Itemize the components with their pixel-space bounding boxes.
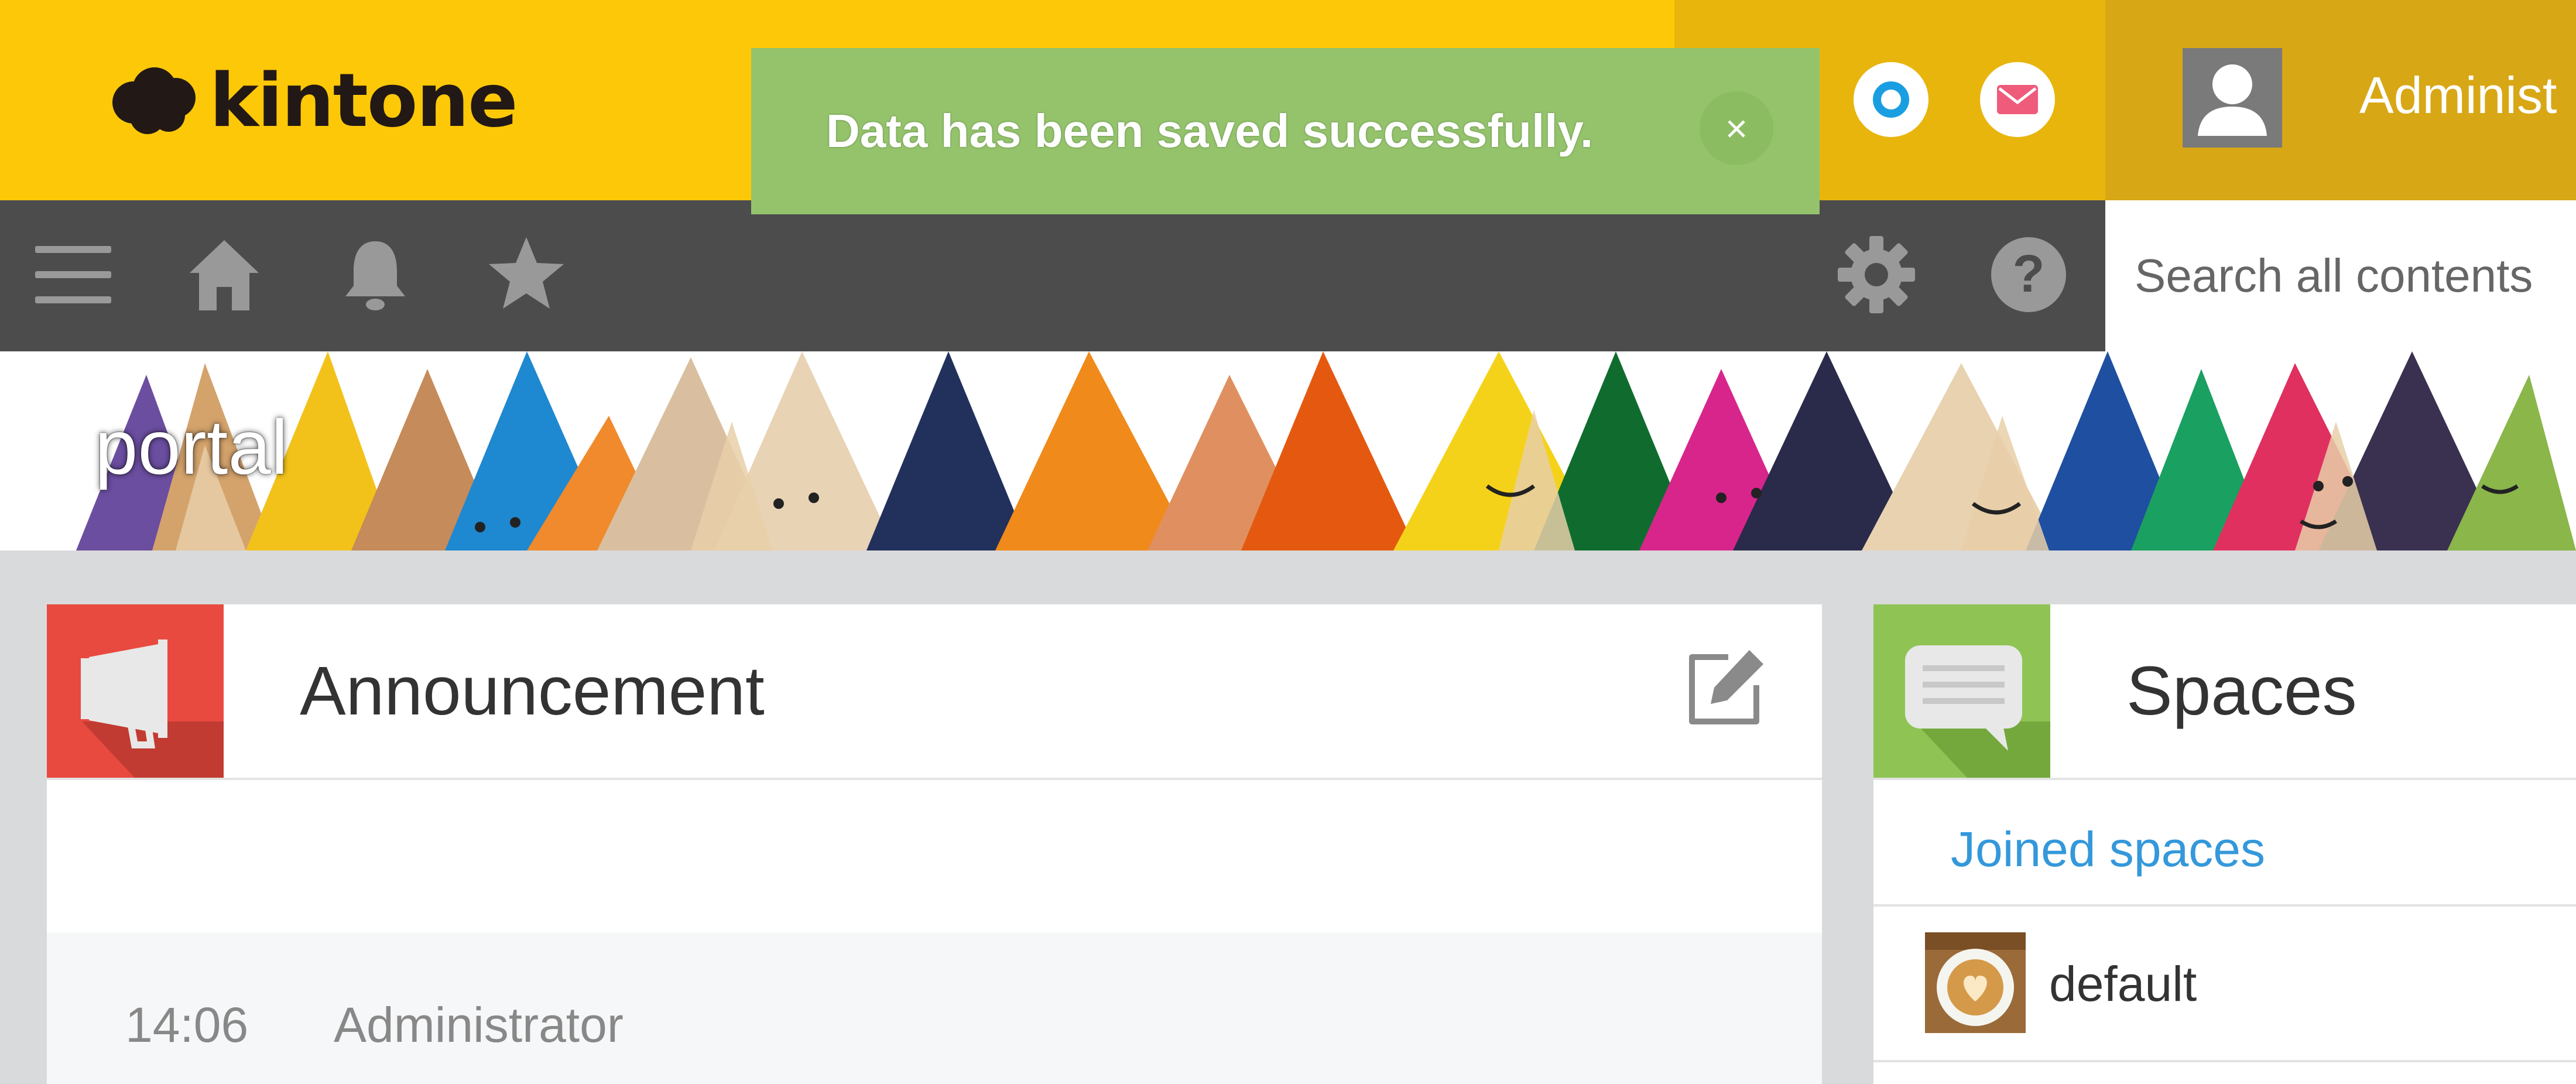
menu-icon[interactable] (29, 231, 117, 319)
help-icon[interactable]: ? (1985, 231, 2073, 319)
search-box[interactable] (2105, 200, 2576, 351)
star-icon[interactable] (482, 231, 570, 319)
bell-icon[interactable] (331, 231, 419, 319)
space-thumbnail[interactable] (1925, 932, 2026, 1033)
logo-text: kintone (210, 57, 518, 143)
cloud-logo-icon (112, 67, 196, 134)
navigation-bar: ? (0, 200, 2105, 351)
svg-text:?: ? (2013, 245, 2045, 303)
user-name[interactable]: Administ (2359, 66, 2557, 125)
colored-pencils-banner-image (0, 351, 2576, 550)
mail-icon[interactable] (1980, 62, 2055, 137)
home-icon[interactable] (180, 231, 268, 319)
announcement-panel: Announcement 14:06 Administrator (47, 604, 1822, 1084)
post-time: 14:06 (125, 997, 249, 1052)
spaces-title: Spaces (2126, 652, 2357, 730)
post-author[interactable]: Administrator (334, 997, 624, 1054)
announcement-title: Announcement (300, 652, 765, 730)
kintone-logo[interactable]: kintone (105, 56, 518, 144)
success-toast: Data has been saved successfully. × (751, 48, 1820, 214)
divider (1873, 778, 2576, 780)
divider (1873, 904, 2576, 907)
search-input[interactable] (2135, 200, 2568, 351)
gear-icon[interactable] (1832, 231, 1920, 319)
space-name[interactable]: default (2049, 956, 2197, 1013)
megaphone-icon (47, 604, 224, 778)
portal-title: portal (95, 404, 289, 490)
divider (47, 778, 1822, 780)
avatar[interactable] (2183, 48, 2282, 148)
speech-bubble-icon (1873, 604, 2050, 778)
cybozu-icon[interactable] (1854, 62, 1928, 137)
announcement-post[interactable]: 14:06 Administrator (47, 932, 1822, 1084)
divider (1873, 1060, 2576, 1062)
portal-banner: portal (0, 351, 2576, 550)
joined-spaces-link[interactable]: Joined spaces (1951, 821, 2265, 878)
spaces-panel: Spaces Joined spaces default (1873, 604, 2576, 1084)
toast-message: Data has been saved successfully. (826, 105, 1594, 157)
edit-icon[interactable] (1680, 645, 1768, 733)
toast-close-button[interactable]: × (1700, 91, 1773, 165)
